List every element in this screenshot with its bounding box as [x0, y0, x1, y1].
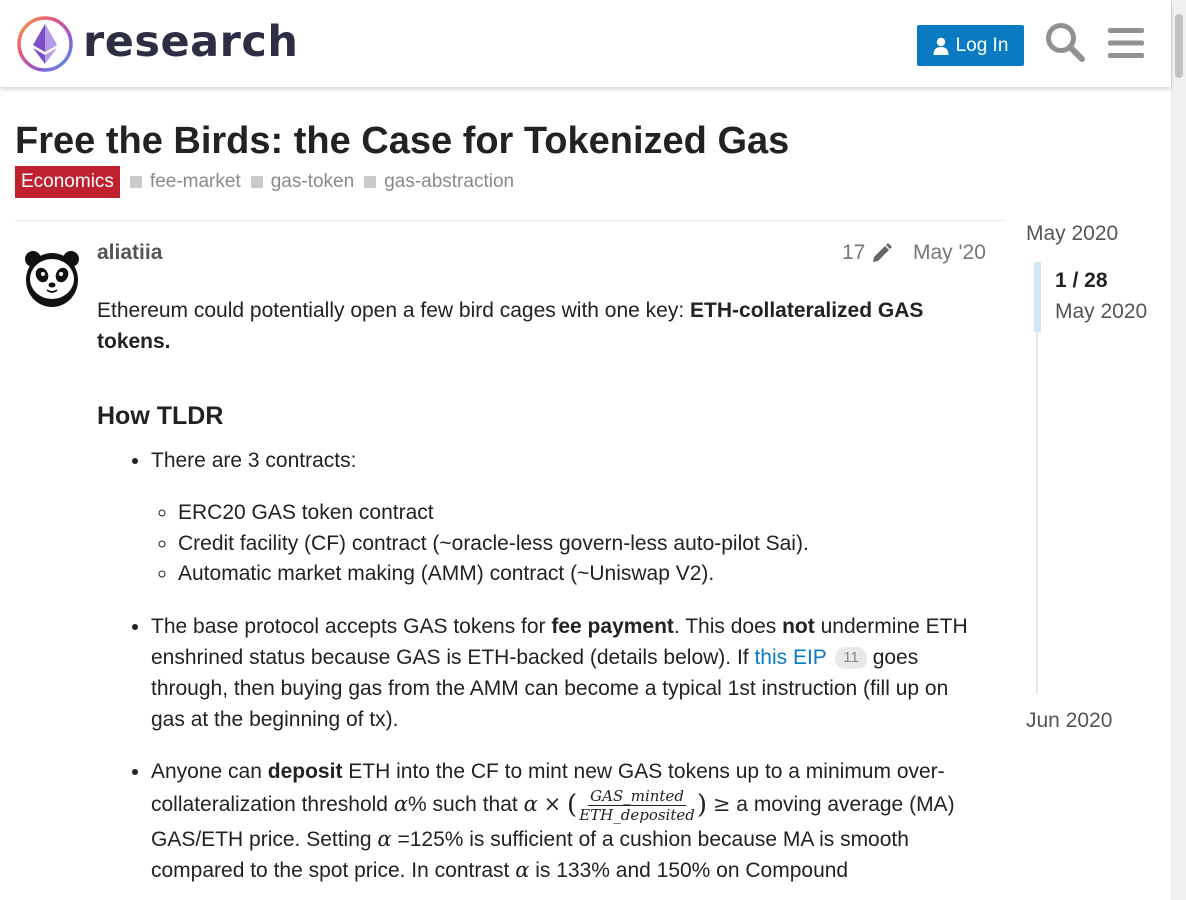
- logo-text: research: [83, 16, 299, 67]
- topic-tags: Economics fee-market gas-token gas-abstr…: [15, 166, 514, 198]
- section-heading: How TLDR: [97, 402, 224, 430]
- hamburger-menu-icon[interactable]: [1108, 26, 1144, 60]
- site-header: research Log In: [0, 0, 1171, 87]
- tag-label: fee-market: [149, 171, 241, 192]
- login-label: Log In: [955, 34, 1009, 56]
- list-item: The base protocol accepts GAS tokens for…: [151, 611, 987, 735]
- timeline-start-date[interactable]: May 2020: [1026, 222, 1118, 246]
- timeline-end-date[interactable]: Jun 2020: [1026, 709, 1112, 733]
- edit-count: 17: [842, 241, 866, 264]
- sub-list-item: Automatic market making (AMM) contract (…: [178, 559, 987, 590]
- sub-list-item: Credit facility (CF) contract (~oracle-l…: [178, 529, 987, 560]
- eip-link[interactable]: this EIP: [754, 646, 826, 669]
- tag-gas-abstraction[interactable]: gas-abstraction: [364, 171, 514, 193]
- site-logo[interactable]: research: [16, 15, 298, 73]
- tag-label: gas-abstraction: [384, 171, 515, 192]
- timeline-handle[interactable]: [1034, 262, 1041, 332]
- tag-square-icon: [250, 176, 263, 188]
- post-date[interactable]: May '20: [913, 241, 986, 265]
- list-item: There are 3 contracts: ERC20 GAS token c…: [151, 445, 987, 590]
- category-badge[interactable]: Economics: [15, 166, 120, 198]
- timeline-position: 1 / 28: [1055, 269, 1108, 292]
- topic-title[interactable]: Free the Birds: the Case for Tokenized G…: [15, 120, 789, 163]
- search-icon[interactable]: [1044, 21, 1086, 63]
- tag-fee-market[interactable]: fee-market: [129, 171, 241, 193]
- sub-list-item: ERC20 GAS token contract: [178, 498, 987, 529]
- math-fraction: GAS_minted ETH_deposited: [579, 786, 695, 824]
- list-item: Anyone can deposit ETH into the CF to mi…: [151, 756, 987, 886]
- math-alpha: α: [523, 791, 538, 816]
- math-geq: ≥: [712, 791, 731, 816]
- tag-gas-token[interactable]: gas-token: [250, 171, 355, 193]
- math-alpha: α: [515, 857, 530, 882]
- post-username[interactable]: aliatiia: [97, 241, 162, 265]
- tag-square-icon: [364, 176, 377, 188]
- sub-list: ERC20 GAS token contract Credit facility…: [151, 498, 987, 590]
- math-times: ×: [543, 791, 562, 816]
- login-button[interactable]: Log In: [917, 25, 1024, 66]
- page-scrollbar[interactable]: [1171, 0, 1186, 900]
- link-click-count: 11: [835, 646, 867, 669]
- ethereum-logo-icon: [17, 16, 73, 72]
- timeline-current-date: May 2020: [1055, 300, 1148, 323]
- post-divider: [15, 220, 1004, 221]
- avatar[interactable]: [22, 246, 82, 310]
- math-alpha: α: [377, 826, 392, 851]
- post-body: Ethereum could potentially open a few bi…: [97, 295, 987, 900]
- post-intro: Ethereum could potentially open a few bi…: [97, 299, 924, 353]
- tag-label: gas-token: [270, 171, 355, 192]
- edit-history-button[interactable]: 17: [842, 241, 893, 265]
- tag-square-icon: [129, 176, 142, 188]
- math-alpha: α: [393, 791, 408, 816]
- pencil-icon: [873, 243, 893, 262]
- bullet-list: There are 3 contracts: ERC20 GAS token c…: [97, 445, 987, 886]
- scrollbar-thumb[interactable]: [1175, 14, 1183, 78]
- user-icon: [933, 37, 949, 55]
